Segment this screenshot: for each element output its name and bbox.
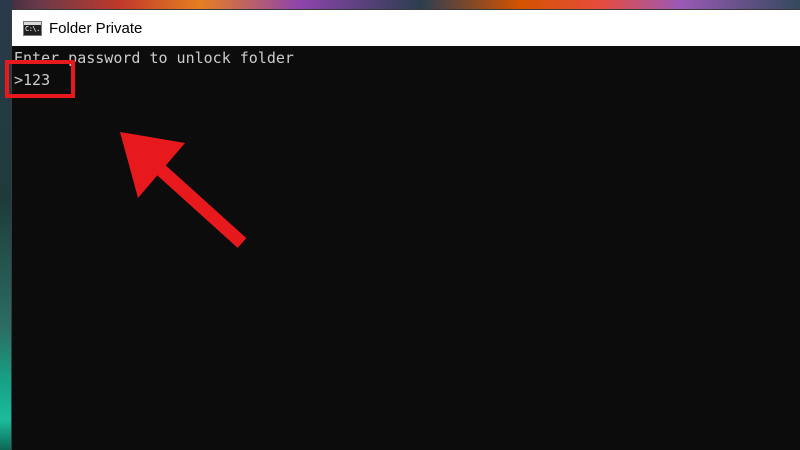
arrow-up-left-icon (120, 132, 247, 248)
